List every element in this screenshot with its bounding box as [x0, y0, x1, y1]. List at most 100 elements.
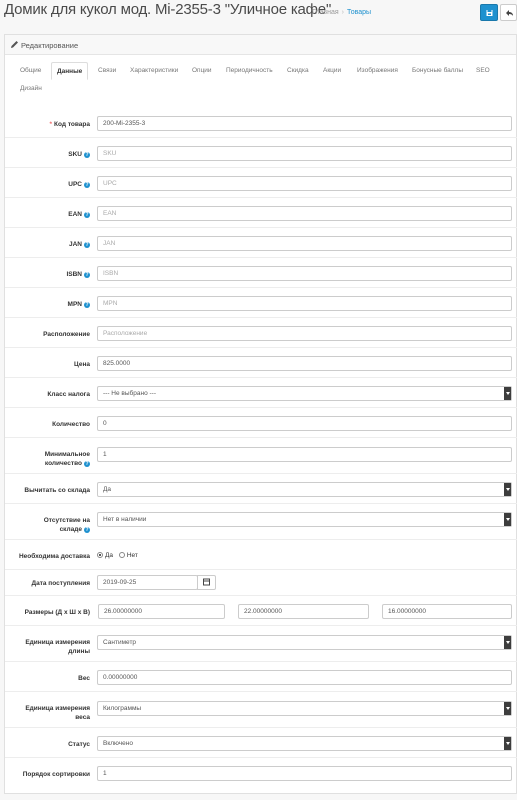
stock-status-label: Отсутствие на складе?: [43, 517, 90, 533]
shipping-yes-label[interactable]: Да: [105, 552, 113, 559]
height-input[interactable]: 16.00000000: [382, 604, 512, 619]
sku-label: SKU?: [68, 151, 90, 158]
shipping-no-radio[interactable]: [118, 552, 125, 558]
tax-class-label: Класс налога: [47, 391, 90, 398]
chevron-down-icon: [506, 518, 510, 521]
sku-input[interactable]: SKU: [97, 146, 512, 161]
breadcrumb: Главная › Товары: [312, 9, 372, 16]
sort-order-input[interactable]: 1: [97, 766, 512, 781]
shipping-yes-radio[interactable]: [97, 552, 103, 558]
save-button[interactable]: [480, 4, 498, 21]
row-shipping: Необходима доставка Да Нет: [5, 540, 517, 570]
weight-input[interactable]: 0.00000000: [97, 670, 512, 685]
minimum-input[interactable]: 1: [97, 447, 512, 462]
row-length-class: Единица измерения длины Сантиметр: [5, 626, 517, 662]
row-upc: UPC? UPC: [5, 168, 517, 198]
pencil-icon: [11, 41, 18, 48]
ean-input[interactable]: EAN: [97, 206, 512, 221]
tab-reward-points[interactable]: Бонусные баллы: [407, 62, 468, 80]
model-label: * Код товара: [49, 121, 91, 128]
row-weight: Вес 0.00000000: [5, 662, 517, 692]
dimensions-label: Размеры (Д х Ш х В): [24, 609, 90, 616]
row-tax-class: Класс налога --- Не выбрано ---: [5, 378, 517, 408]
shipping-no-label[interactable]: Нет: [127, 552, 138, 559]
row-date-available: Дата поступления 2019-09-25: [5, 570, 517, 596]
row-mpn: MPN? MPN: [5, 288, 517, 318]
back-button[interactable]: [500, 4, 517, 21]
page-title: Домик для кукол мод. Mi-2355-3 "Уличное …: [4, 1, 332, 18]
price-input[interactable]: 825.0000: [97, 356, 512, 371]
chevron-down-icon: [506, 742, 510, 745]
price-label: Цена: [74, 361, 90, 368]
upc-input[interactable]: UPC: [97, 176, 512, 191]
location-input[interactable]: Расположение: [97, 326, 512, 341]
length-class-select[interactable]: Сантиметр: [97, 635, 512, 650]
help-icon[interactable]: ?: [84, 182, 90, 188]
isbn-input[interactable]: ISBN: [97, 266, 512, 281]
weight-class-label: Единица измерения веса: [25, 705, 90, 721]
tab-attributes[interactable]: Характеристики: [125, 62, 183, 80]
tab-design[interactable]: Дизайн: [15, 80, 47, 98]
breadcrumb-home[interactable]: Главная: [312, 9, 339, 16]
chevron-down-icon: [506, 392, 510, 395]
ean-label: EAN?: [68, 211, 90, 218]
help-icon[interactable]: ?: [84, 302, 90, 308]
help-icon[interactable]: ?: [84, 242, 90, 248]
tab-bar: Общие Данные Связи Характеристики Опции …: [13, 62, 513, 106]
upc-label: UPC?: [68, 181, 90, 188]
minimum-label: Минимальное количество?: [44, 451, 90, 467]
help-icon[interactable]: ?: [84, 212, 90, 218]
row-status: Статус Включено: [5, 728, 517, 758]
help-icon[interactable]: ?: [84, 527, 90, 533]
mpn-label: MPN?: [67, 301, 90, 308]
row-price: Цена 825.0000: [5, 348, 517, 378]
date-available-input[interactable]: 2019-09-25: [97, 575, 198, 590]
weight-label: Вес: [78, 675, 90, 682]
tab-links[interactable]: Связи: [93, 62, 121, 80]
subtract-select[interactable]: Да: [97, 482, 512, 497]
row-subtract: Вычитать со склада Да: [5, 474, 517, 504]
chevron-down-icon: [506, 641, 510, 644]
tax-class-select[interactable]: --- Не выбрано ---: [97, 386, 512, 401]
weight-class-select[interactable]: Килограммы: [97, 701, 512, 716]
sort-order-label: Порядок сортировки: [22, 771, 90, 778]
help-icon[interactable]: ?: [84, 272, 90, 278]
tab-discount[interactable]: Скидка: [282, 62, 314, 80]
tab-data[interactable]: Данные: [51, 62, 89, 80]
breadcrumb-products[interactable]: Товары: [347, 9, 371, 16]
stock-status-select[interactable]: Нет в наличии: [97, 512, 512, 527]
status-select[interactable]: Включено: [97, 736, 512, 751]
tab-recurring[interactable]: Периодичность: [221, 62, 278, 80]
floppy-disk-icon: [486, 10, 493, 16]
row-sort-order: Порядок сортировки 1: [5, 758, 517, 788]
mpn-input[interactable]: MPN: [97, 296, 512, 311]
reply-arrow-icon: [506, 10, 513, 16]
quantity-label: Количество: [52, 421, 90, 428]
length-input[interactable]: 26.00000000: [98, 604, 225, 619]
quantity-input[interactable]: 0: [97, 416, 512, 431]
width-input[interactable]: 22.00000000: [238, 604, 369, 619]
tab-images[interactable]: Изображения: [352, 62, 403, 80]
status-label: Статус: [68, 741, 90, 748]
length-class-label: Единица измерения длины: [25, 639, 90, 655]
calendar-icon: [203, 578, 210, 586]
help-icon[interactable]: ?: [84, 461, 90, 467]
calendar-button[interactable]: [197, 575, 216, 590]
row-ean: EAN? EAN: [5, 198, 517, 228]
jan-input[interactable]: JAN: [97, 236, 512, 251]
model-input[interactable]: 200-Mi-2355-3: [97, 116, 512, 131]
status-value: Включено: [103, 740, 133, 747]
length-class-value: Сантиметр: [103, 639, 137, 646]
row-minimum: Минимальное количество? 1: [5, 438, 517, 474]
row-dimensions: Размеры (Д х Ш х В) 26.00000000 22.00000…: [5, 596, 517, 626]
tax-class-value: --- Не выбрано ---: [103, 390, 156, 397]
tab-general[interactable]: Общие: [15, 62, 46, 80]
panel-title: Редактирование: [21, 41, 79, 50]
tab-seo[interactable]: SEO: [471, 62, 495, 80]
row-stock-status: Отсутствие на складе? Нет в наличии: [5, 504, 517, 540]
edit-panel: Редактирование Общие Данные Связи Характ…: [4, 34, 517, 794]
help-icon[interactable]: ?: [84, 152, 90, 158]
tab-options[interactable]: Опции: [187, 62, 217, 80]
tab-special[interactable]: Акции: [318, 62, 346, 80]
row-isbn: ISBN? ISBN: [5, 258, 517, 288]
